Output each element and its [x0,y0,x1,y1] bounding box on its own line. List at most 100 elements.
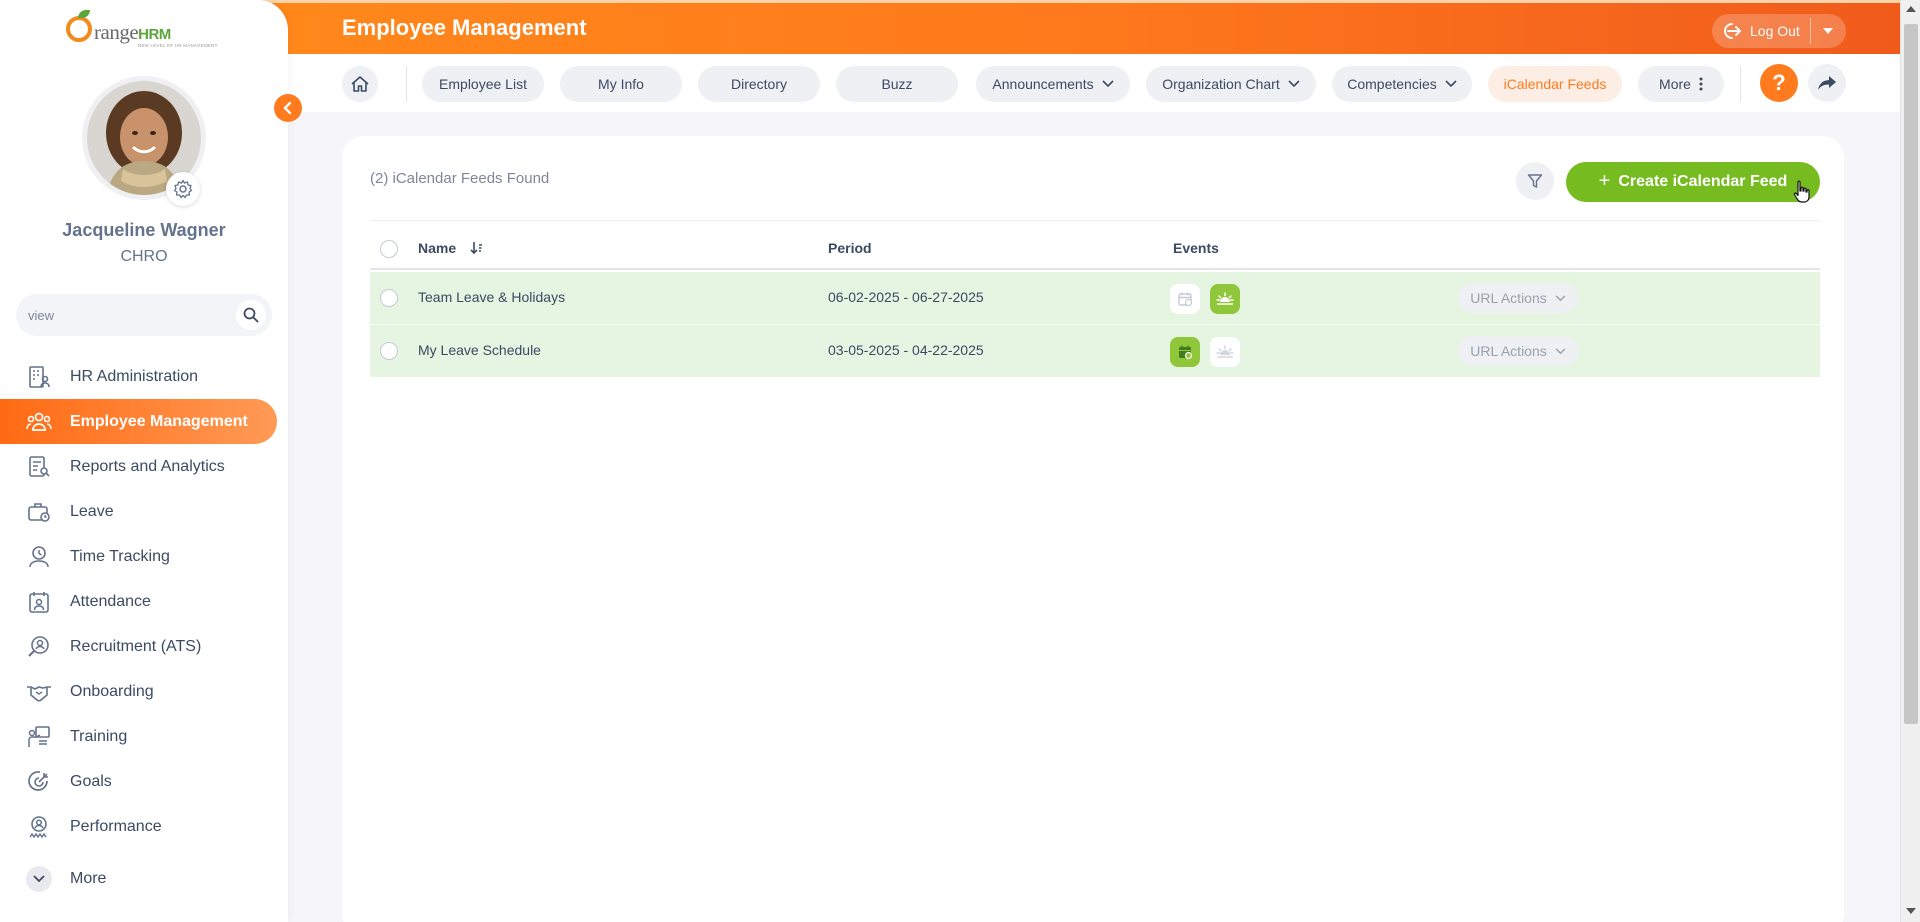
plus-icon: + [1598,169,1611,192]
sun-holiday-icon [1216,292,1234,305]
sidebar-item-recruitment[interactable]: Recruitment (ATS) [0,624,288,669]
select-all-checkbox[interactable] [380,240,398,258]
logo-wordmark: rangeHRM [94,20,171,45]
chevron-down-icon [1288,80,1300,88]
create-icalendar-feed-button[interactable]: + Create iCalendar Feed [1566,162,1820,202]
home-icon [351,76,369,92]
url-actions-dropdown[interactable]: URL Actions [1458,336,1578,366]
sidebar-item-employee-management[interactable]: Employee Management [0,399,277,444]
feed-name: My Leave Schedule [418,342,541,358]
scroll-down-arrow-icon[interactable] [1906,908,1916,914]
user-name: Jacqueline Wagner [62,220,226,240]
holiday-event-toggle[interactable] [1210,337,1240,367]
calendar-leave-icon [1178,292,1193,307]
sidebar-item-label: Recruitment (ATS) [70,637,202,655]
chevron-down-icon [1102,80,1114,88]
feed-period: 03-05-2025 - 04-22-2025 [828,342,984,358]
nav-divider [406,66,407,102]
scrollbar-thumb[interactable] [1904,24,1918,724]
hand-cursor-icon [1793,180,1810,203]
chevron-down-icon [26,866,52,892]
column-header-period: Period [828,240,872,256]
leave-event-toggle[interactable] [1170,337,1200,367]
nav-divider [1740,66,1741,102]
chevron-down-icon [1555,294,1566,301]
tab-label: Announcements [992,76,1094,92]
chevron-down-icon [1445,80,1457,88]
kebab-icon [1699,77,1703,91]
tab-more[interactable]: More [1638,66,1724,102]
account-dropdown-button[interactable] [1811,14,1845,48]
sidebar-item-leave[interactable]: Leave [0,489,288,534]
sidebar-item-hr-administration[interactable]: HR Administration [0,354,288,399]
feed-period: 06-02-2025 - 06-27-2025 [828,289,984,305]
row-checkbox[interactable] [380,342,398,360]
logout-label: Log Out [1750,23,1800,39]
sidebar-item-time-tracking[interactable]: Time Tracking [0,534,288,579]
sidebar-search-input[interactable] [28,304,228,326]
logo-leaf [78,10,90,18]
logo-tagline: NEW LEVEL OF HR MANAGEMENT [138,43,218,48]
sort-desc-icon[interactable] [470,241,484,255]
share-button[interactable] [1808,64,1846,102]
share-arrow-icon [1818,76,1836,90]
filter-button[interactable] [1516,162,1554,200]
calendar-person-icon [26,589,52,615]
calendar-leave-icon [1179,345,1193,360]
presentation-icon [26,724,52,750]
sidebar-item-goals[interactable]: Goals [0,759,288,804]
home-button[interactable] [342,66,378,102]
tab-organization-chart[interactable]: Organization Chart [1146,66,1316,102]
logout-button[interactable]: Log Out [1712,14,1810,48]
page-scrollbar[interactable] [1900,0,1920,922]
gear-icon [173,179,193,199]
tab-label: Organization Chart [1162,76,1280,92]
sidebar-item-label: HR Administration [70,367,199,385]
sidebar-menu: HR Administration Employee Management Re… [0,354,288,849]
tab-my-info[interactable]: My Info [560,66,682,102]
clock-person-icon [26,544,52,570]
sidebar-collapse-button[interactable] [274,94,302,122]
people-group-icon [26,409,52,435]
row-checkbox[interactable] [380,289,398,307]
sidebar-more-button[interactable]: More [26,866,106,892]
column-header-events: Events [1173,240,1219,256]
column-header-name[interactable]: Name [418,240,484,256]
sidebar-item-attendance[interactable]: Attendance [0,579,288,624]
logout-icon [1724,23,1741,39]
tab-icalendar-feeds[interactable]: iCalendar Feeds [1488,66,1622,102]
sidebar-item-onboarding[interactable]: Onboarding [0,669,288,714]
tab-employee-list[interactable]: Employee List [422,66,544,102]
sidebar-item-training[interactable]: Training [0,714,288,759]
tab-directory[interactable]: Directory [698,66,820,102]
page-title: Employee Management [342,15,587,40]
tab-announcements[interactable]: Announcements [976,66,1130,102]
leave-event-toggle[interactable] [1170,284,1200,314]
profile-settings-button[interactable] [166,172,200,206]
help-button[interactable]: ? [1760,64,1798,102]
sidebar-more-label: More [70,870,107,887]
tab-label: Buzz [881,76,913,92]
tab-competencies[interactable]: Competencies [1332,66,1472,102]
sidebar-search [16,294,272,336]
holiday-event-toggle[interactable] [1210,284,1240,314]
sidebar-item-performance[interactable]: Performance [0,804,288,849]
table-row[interactable]: Team Leave & Holidays 06-02-2025 - 06-27… [370,272,1820,324]
tab-buzz[interactable]: Buzz [836,66,958,102]
sidebar-item-label: Performance [70,817,162,835]
sidebar-item-label: Employee Management [70,412,248,430]
tab-label: More [1659,76,1691,92]
help-icon: ? [1772,70,1786,95]
sidebar-item-reports-and-analytics[interactable]: Reports and Analytics [0,444,288,489]
records-found-label: (2) iCalendar Feeds Found [370,170,550,187]
orangehrm-logo[interactable]: rangeHRM NEW LEVEL OF HR MANAGEMENT [64,10,224,50]
table-row[interactable]: My Leave Schedule 03-05-2025 - 04-22-202… [370,325,1820,377]
tab-label: Competencies [1347,76,1437,92]
badge-person-icon [26,814,52,840]
sidebar-item-label: Time Tracking [70,547,170,565]
sidebar-search-button[interactable] [236,300,266,330]
scroll-up-arrow-icon[interactable] [1906,6,1916,12]
icalendar-feeds-card: (2) iCalendar Feeds Found + Create iCale… [342,136,1844,922]
url-actions-dropdown[interactable]: URL Actions [1458,283,1578,313]
url-actions-label: URL Actions [1470,343,1547,359]
